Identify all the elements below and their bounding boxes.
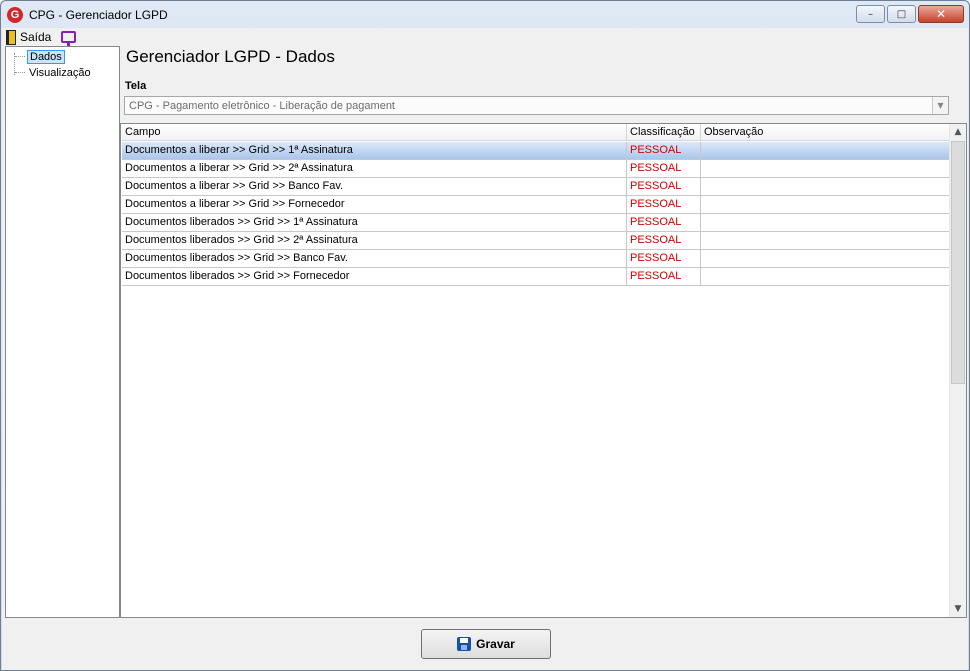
cell-campo[interactable]: Documentos liberados >> Grid >> 2ª Assin… [122, 232, 627, 249]
tela-select-value: CPG - Pagamento eletrônico - Liberação d… [129, 99, 395, 112]
cell-campo[interactable]: Documentos liberados >> Grid >> 1ª Assin… [122, 214, 627, 231]
cell-classificacao[interactable]: PESSOAL [627, 232, 701, 249]
table-row[interactable]: Documentos a liberar >> Grid >> 1ª Assin… [122, 142, 950, 160]
title-bar[interactable]: G CPG - Gerenciador LGPD – □ ✕ [1, 1, 969, 28]
table-row[interactable]: Documentos liberados >> Grid >> 2ª Assin… [122, 232, 950, 250]
cell-classificacao[interactable]: PESSOAL [627, 142, 701, 159]
chevron-down-icon[interactable]: ▼ [932, 97, 948, 114]
cell-observacao[interactable] [701, 142, 950, 159]
data-grid: Campo Classificação Observação Documento… [120, 123, 967, 618]
cell-observacao[interactable] [701, 214, 950, 231]
window-title: CPG - Gerenciador LGPD [29, 7, 168, 22]
cell-observacao[interactable] [701, 268, 950, 285]
menu-bar: Saída [2, 28, 968, 46]
tree-item-visualizacao[interactable]: Visualização [15, 65, 93, 80]
tree-item-label: Dados [27, 49, 65, 64]
cell-classificacao[interactable]: PESSOAL [627, 250, 701, 267]
tree-dash [15, 56, 25, 57]
cell-campo[interactable]: Documentos a liberar >> Grid >> Forneced… [122, 196, 627, 213]
tela-label: Tela [125, 80, 147, 92]
cell-observacao[interactable] [701, 178, 950, 195]
cell-campo[interactable]: Documentos a liberar >> Grid >> Banco Fa… [122, 178, 627, 195]
table-row[interactable]: Documentos liberados >> Grid >> 1ª Assin… [122, 214, 950, 232]
table-row[interactable]: Documentos liberados >> Grid >> Banco Fa… [122, 250, 950, 268]
app-logo-icon: G [7, 6, 23, 23]
cell-classificacao[interactable]: PESSOAL [627, 196, 701, 213]
page-title: Gerenciador LGPD - Dados [126, 47, 335, 66]
cell-classificacao[interactable]: PESSOAL [627, 268, 701, 285]
table-row[interactable]: Documentos a liberar >> Grid >> Forneced… [122, 196, 950, 214]
column-header-observacao[interactable]: Observação [701, 124, 950, 140]
maximize-button[interactable]: □ [887, 5, 916, 23]
grid-body: Documentos a liberar >> Grid >> 1ª Assin… [122, 142, 950, 286]
column-header-classificacao[interactable]: Classificação [627, 124, 701, 140]
tree-item-dados[interactable]: Dados [15, 49, 65, 64]
save-button[interactable]: Gravar [421, 629, 551, 659]
vertical-scrollbar[interactable]: ▲ ▼ [949, 124, 966, 617]
table-row[interactable]: Documentos a liberar >> Grid >> Banco Fa… [122, 178, 950, 196]
cell-observacao[interactable] [701, 196, 950, 213]
window-controls: – □ ✕ [856, 5, 964, 23]
cell-campo[interactable]: Documentos liberados >> Grid >> Banco Fa… [122, 250, 627, 267]
table-row[interactable]: Documentos liberados >> Grid >> Forneced… [122, 268, 950, 286]
floppy-disk-icon [457, 637, 472, 651]
client-area: Saída Dados Visualização Gerenciador LGP… [2, 28, 968, 670]
door-icon [6, 29, 16, 45]
minimize-button[interactable]: – [856, 5, 885, 23]
tela-select[interactable]: CPG - Pagamento eletrônico - Liberação d… [124, 96, 949, 115]
scroll-up-icon[interactable]: ▲ [950, 124, 966, 140]
app-window: G CPG - Gerenciador LGPD – □ ✕ Saída Dad… [0, 0, 970, 671]
menu-exit-label: Saída [20, 30, 52, 44]
scrollbar-thumb[interactable] [951, 141, 965, 384]
cell-classificacao[interactable]: PESSOAL [627, 160, 701, 177]
tree-item-label: Visualização [29, 66, 91, 79]
grid-header: Campo Classificação Observação [122, 124, 950, 141]
table-row[interactable]: Documentos a liberar >> Grid >> 2ª Assin… [122, 160, 950, 178]
cell-campo[interactable]: Documentos liberados >> Grid >> Forneced… [122, 268, 627, 285]
tree-dash [15, 72, 25, 73]
cell-classificacao[interactable]: PESSOAL [627, 214, 701, 231]
cell-observacao[interactable] [701, 250, 950, 267]
column-header-campo[interactable]: Campo [122, 124, 627, 140]
cell-classificacao[interactable]: PESSOAL [627, 178, 701, 195]
cell-campo[interactable]: Documentos a liberar >> Grid >> 1ª Assin… [122, 142, 627, 159]
close-button[interactable]: ✕ [918, 5, 964, 23]
navigation-tree: Dados Visualização [5, 46, 120, 618]
cell-campo[interactable]: Documentos a liberar >> Grid >> 2ª Assin… [122, 160, 627, 177]
save-button-label: Gravar [476, 637, 515, 651]
cell-observacao[interactable] [701, 160, 950, 177]
cell-observacao[interactable] [701, 232, 950, 249]
menu-exit[interactable]: Saída [6, 29, 52, 45]
monitor-icon[interactable] [61, 31, 77, 46]
scroll-down-icon[interactable]: ▼ [950, 601, 966, 617]
